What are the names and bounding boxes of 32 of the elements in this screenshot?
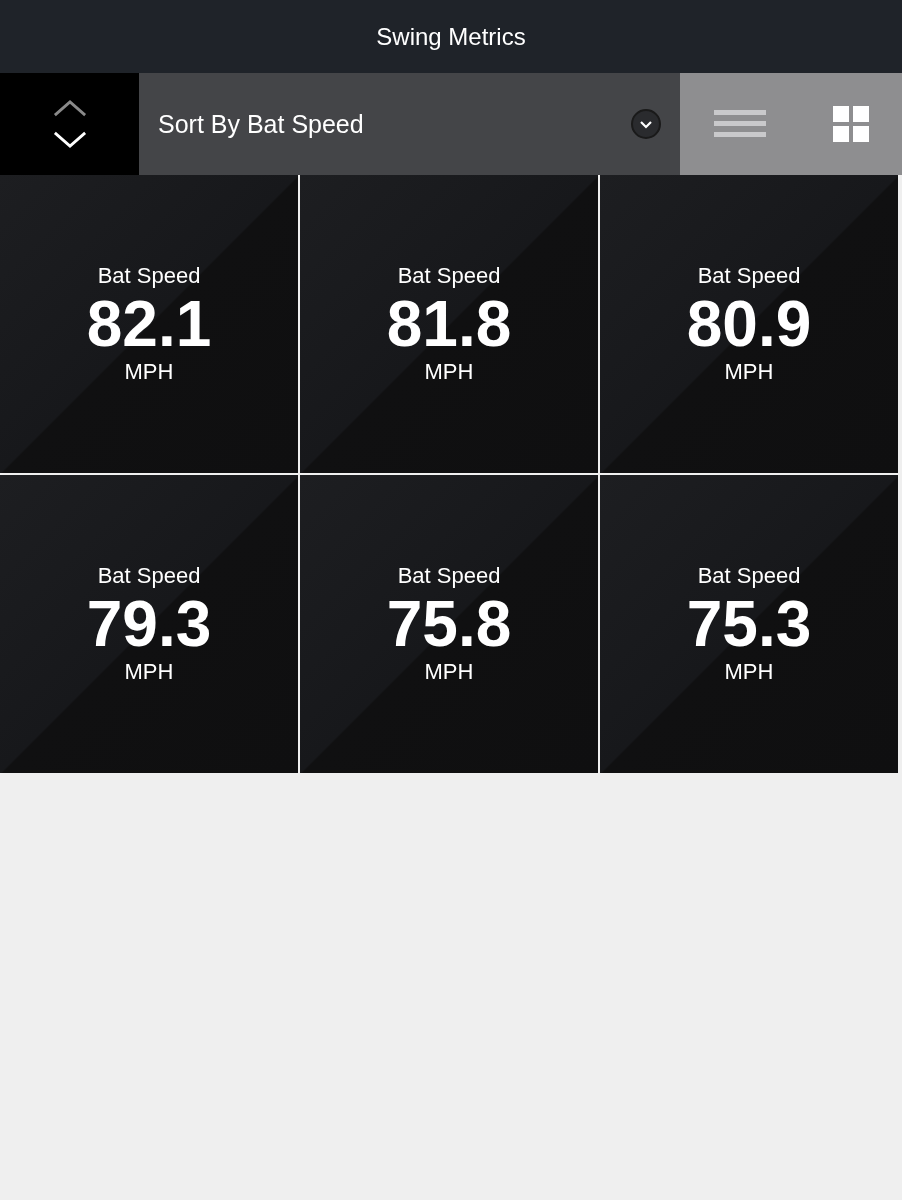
metric-tile[interactable]: Bat Speed 75.3 MPH bbox=[600, 475, 898, 773]
metric-label: Bat Speed bbox=[697, 262, 801, 289]
metric-value: 80.9 bbox=[686, 288, 812, 360]
metric-value: 75.8 bbox=[386, 588, 512, 660]
metric-unit: MPH bbox=[424, 659, 474, 686]
metric-label: Bat Speed bbox=[97, 562, 201, 589]
metric-label: Bat Speed bbox=[397, 562, 501, 589]
metric-unit: MPH bbox=[724, 359, 774, 386]
metric-value: 79.3 bbox=[86, 588, 212, 660]
metric-value: 82.1 bbox=[86, 288, 212, 360]
metric-unit: MPH bbox=[124, 659, 174, 686]
metric-unit: MPH bbox=[424, 359, 474, 386]
metric-value: 81.8 bbox=[386, 288, 512, 360]
metric-tile[interactable]: Bat Speed 82.1 MPH bbox=[0, 175, 298, 473]
metric-label: Bat Speed bbox=[97, 262, 201, 289]
screen-title: Swing Metrics bbox=[376, 22, 526, 51]
metric-unit: MPH bbox=[724, 659, 774, 686]
metric-label: Bat Speed bbox=[397, 262, 501, 289]
chevron-down-icon bbox=[630, 108, 662, 140]
grid-view-button[interactable] bbox=[832, 106, 869, 142]
metric-tile[interactable]: Bat Speed 80.9 MPH bbox=[600, 175, 898, 473]
metric-tile[interactable]: Bat Speed 81.8 MPH bbox=[300, 175, 598, 473]
sort-direction-toggle[interactable] bbox=[0, 73, 139, 175]
metric-value: 75.3 bbox=[686, 588, 812, 660]
metric-unit: MPH bbox=[124, 359, 174, 386]
sort-dropdown[interactable]: Sort By Bat Speed bbox=[139, 73, 680, 175]
chevron-up-icon[interactable] bbox=[52, 100, 87, 117]
metric-tile[interactable]: Bat Speed 75.8 MPH bbox=[300, 475, 598, 773]
chevron-down-icon[interactable] bbox=[52, 131, 87, 148]
list-view-button[interactable] bbox=[713, 108, 766, 140]
metric-label: Bat Speed bbox=[697, 562, 801, 589]
metric-tile[interactable]: Bat Speed 79.3 MPH bbox=[0, 475, 298, 773]
